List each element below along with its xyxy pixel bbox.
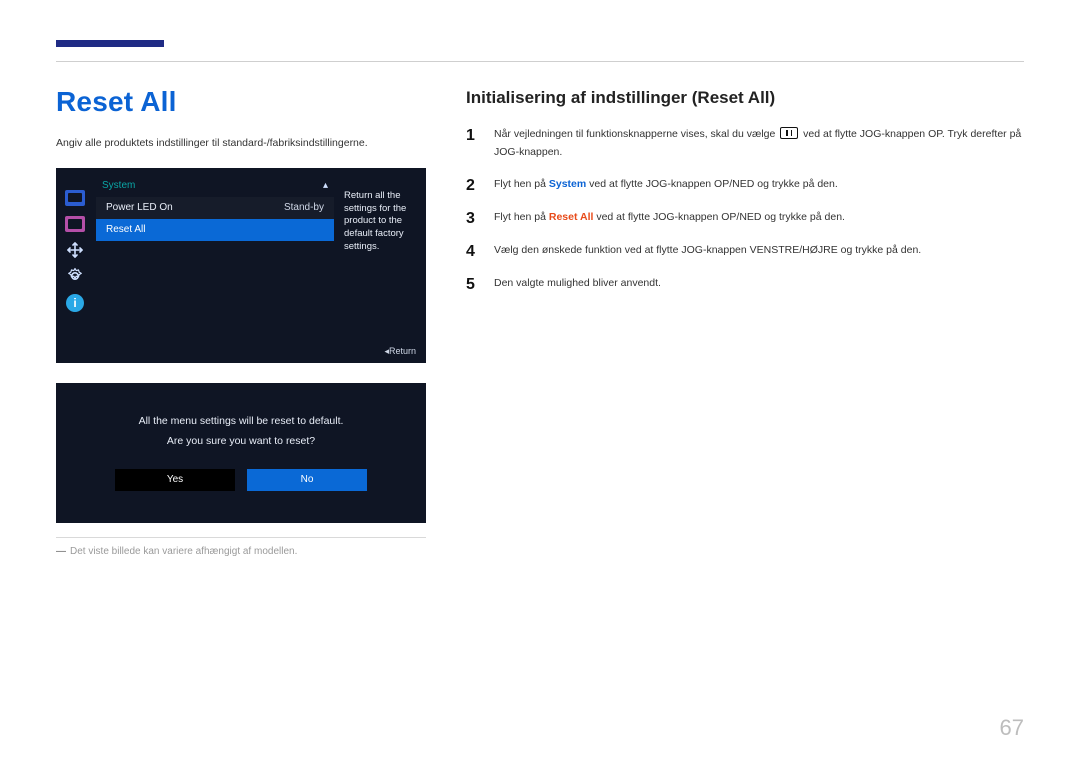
up-arrow-icon: ▴ xyxy=(323,180,328,191)
osd-reset-confirm: All the menu settings will be reset to d… xyxy=(56,383,426,523)
step-text: Flyt hen på Reset All ved at flytte JOG-… xyxy=(494,209,1024,228)
osd-no-button[interactable]: No xyxy=(247,469,367,491)
footnote-rule xyxy=(56,537,426,538)
osd-confirm-line2: Are you sure you want to reset? xyxy=(91,435,391,447)
osd-hint: Return all the settings for the product … xyxy=(338,186,420,258)
osd-yes-button[interactable]: Yes xyxy=(115,469,235,491)
gear-icon xyxy=(65,268,85,284)
step-number: 5 xyxy=(466,275,482,294)
step-text: Den valgte mulighed bliver anvendt. xyxy=(494,275,1024,294)
osd-row-label: Reset All xyxy=(106,224,145,235)
monitor-icon xyxy=(65,190,85,206)
osd-sidebar: i xyxy=(62,190,88,312)
section-marker xyxy=(56,40,164,47)
keyword-system: System xyxy=(549,178,586,190)
page-title: Reset All xyxy=(56,86,426,118)
step-text: Når vejledningen til funktionsknapperne … xyxy=(494,126,1024,162)
picture-icon xyxy=(65,216,85,232)
step-number: 1 xyxy=(466,126,482,162)
osd-header: System xyxy=(102,180,135,191)
osd-row-power-led[interactable]: Power LED On Stand-by xyxy=(96,197,334,219)
keyword-reset-all: Reset All xyxy=(549,211,594,223)
steps-list: 1 Når vejledningen til funktionsknappern… xyxy=(466,126,1024,294)
step-text: Flyt hen på System ved at flytte JOG-kna… xyxy=(494,176,1024,195)
page-lead: Angiv alle produktets indstillinger til … xyxy=(56,136,426,152)
step-number: 2 xyxy=(466,176,482,195)
move-icon xyxy=(65,242,85,258)
step-number: 4 xyxy=(466,242,482,261)
osd-return[interactable]: Return xyxy=(384,346,416,357)
osd-system-menu: i System ▴ Power LED On Stand-by Reset A… xyxy=(56,168,426,363)
page-number: 67 xyxy=(1000,715,1024,741)
horizontal-rule xyxy=(56,61,1024,62)
jog-menu-icon xyxy=(780,127,798,139)
osd-confirm-line1: All the menu settings will be reset to d… xyxy=(91,415,391,427)
footnote: ―Det viste billede kan variere afhængigt… xyxy=(56,546,426,557)
osd-row-label: Power LED On xyxy=(106,202,173,213)
info-icon: i xyxy=(66,294,84,312)
osd-row-value: Stand-by xyxy=(284,202,324,213)
step-number: 3 xyxy=(466,209,482,228)
step-text: Vælg den ønskede funktion ved at flytte … xyxy=(494,242,1024,261)
section-subtitle: Initialisering af indstillinger (Reset A… xyxy=(466,88,1024,108)
osd-row-reset-all[interactable]: Reset All xyxy=(96,219,334,241)
